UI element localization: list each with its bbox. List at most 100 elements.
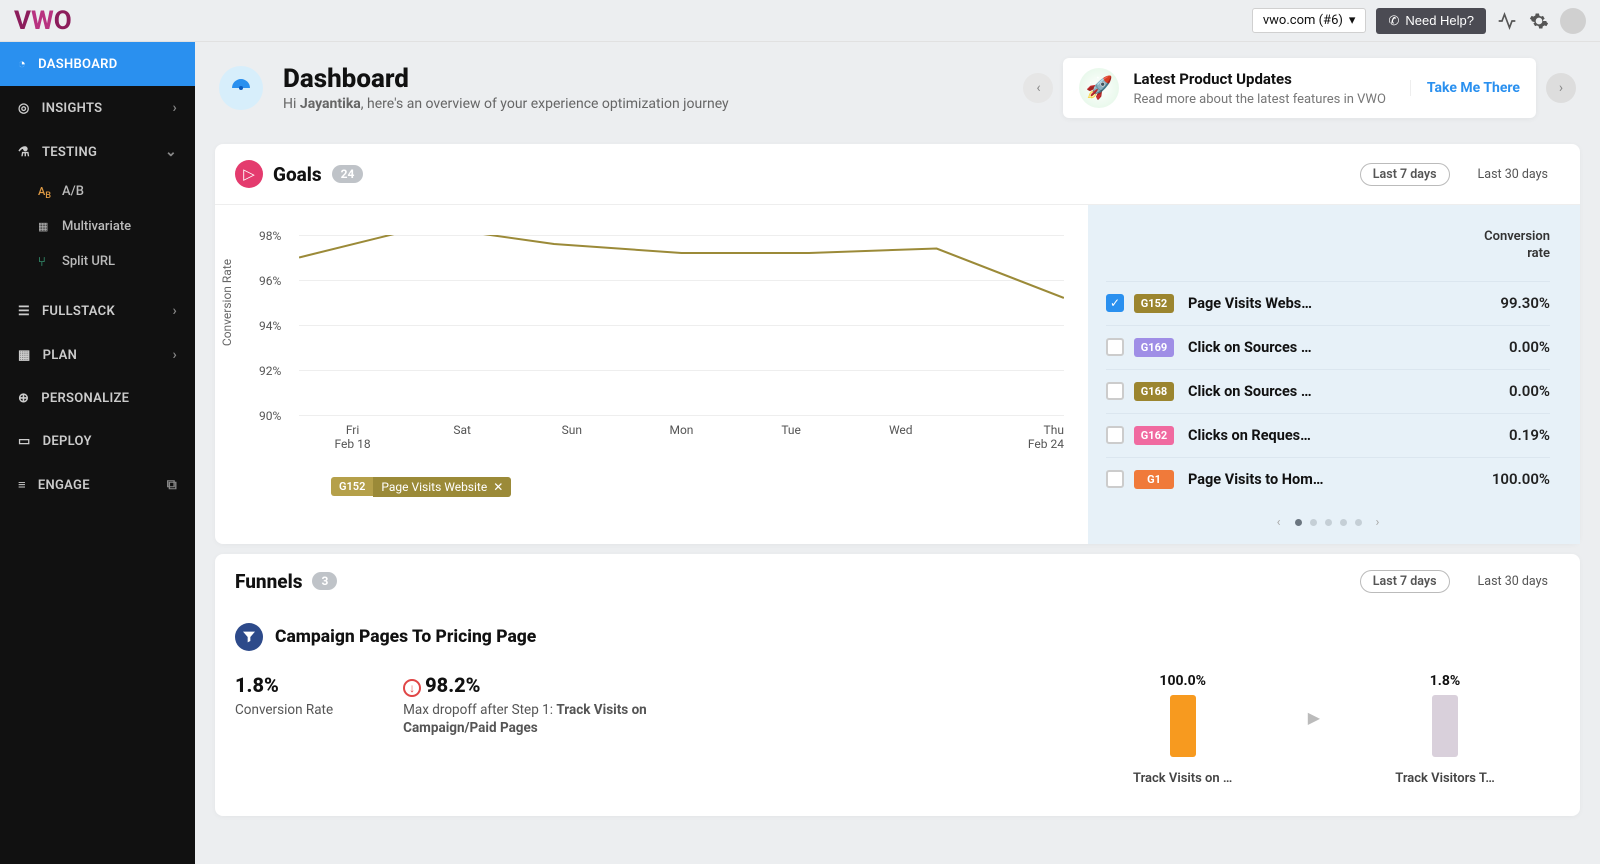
dropoff-stat: ↓98.2% Max dropoff after Step 1: Track V… xyxy=(403,673,663,737)
site-selector[interactable]: vwo.com (#6) ▾ xyxy=(1252,8,1367,33)
goal-row[interactable]: G169 Click on Sources … 0.00% xyxy=(1106,325,1550,369)
gridline: 90% xyxy=(299,415,1064,416)
goal-row[interactable]: ✓G152Page Visits Webs…99.30% xyxy=(1106,281,1550,325)
conversion-rate-stat: 1.8% Conversion Rate xyxy=(235,673,333,719)
goal-checkbox[interactable] xyxy=(1106,338,1124,356)
funnel-step-value: 1.8% xyxy=(1430,673,1460,689)
goal-checkbox[interactable] xyxy=(1106,382,1124,400)
avatar[interactable] xyxy=(1560,8,1586,34)
goal-row[interactable]: G168Click on Sources …0.00% xyxy=(1106,369,1550,413)
x-tick: ThuFeb 24 xyxy=(957,423,1064,451)
main-content: Dashboard Hi Jayantika, here's an overvi… xyxy=(195,42,1600,864)
x-tick: Tue xyxy=(738,423,845,451)
conversion-rate-value: 1.8% xyxy=(235,673,333,697)
take-me-there-link[interactable]: Take Me There xyxy=(1410,80,1520,96)
x-tick: FriFeb 18 xyxy=(299,423,406,451)
chart-y-axis-label: Conversion Rate xyxy=(220,259,234,346)
gear-icon[interactable] xyxy=(1528,10,1550,32)
goal-row[interactable]: G162 Clicks on Reques… 0.19% xyxy=(1106,413,1550,457)
goal-id-badge: G162 xyxy=(1134,426,1174,445)
update-subtitle: Read more about the latest features in V… xyxy=(1133,92,1385,107)
grid-icon: ▦ xyxy=(38,220,52,234)
sidebar-item-multivariate[interactable]: ▦ Multivariate xyxy=(0,209,195,244)
logo: VWO xyxy=(14,6,72,36)
sidebar-item-fullstack[interactable]: ☰FULLSTACK › xyxy=(0,289,195,333)
pager-dot[interactable] xyxy=(1325,519,1332,526)
sidebar-item-plan[interactable]: ▦PLAN › xyxy=(0,333,195,377)
stack-icon: ☰ xyxy=(18,304,30,319)
sidebar-item-label: Multivariate xyxy=(62,219,131,234)
chevron-right-icon: › xyxy=(172,347,177,363)
sidebar-item-deploy[interactable]: ▭DEPLOY xyxy=(0,420,195,463)
sidebar-item-engage[interactable]: ≡ENGAGE ⧉ xyxy=(0,463,195,507)
goal-rate: 100.00% xyxy=(1492,470,1550,488)
carousel-prev-button[interactable]: ‹ xyxy=(1023,73,1053,103)
page-header: Dashboard Hi Jayantika, here's an overvi… xyxy=(195,42,1600,134)
page-subtitle: Hi Jayantika, here's an overview of your… xyxy=(283,96,729,112)
goals-list-panel: Conversionrate ✓G152Page Visits Webs…99.… xyxy=(1088,205,1580,544)
phone-icon: ✆ xyxy=(1388,13,1399,29)
range-last-30-days[interactable]: Last 30 days xyxy=(1466,164,1560,185)
topbar-right: vwo.com (#6) ▾ ✆ Need Help? xyxy=(1252,8,1586,34)
goal-checkbox[interactable]: ✓ xyxy=(1106,294,1124,312)
help-label: Need Help? xyxy=(1405,13,1474,28)
goal-row[interactable]: G1 Page Visits to Hom… 100.00% xyxy=(1106,457,1550,501)
funnels-range-30[interactable]: Last 30 days xyxy=(1466,571,1560,592)
goals-card: ▷ Goals 24 Last 7 days Last 30 days Conv… xyxy=(215,144,1580,544)
goal-id-badge: G169 xyxy=(1134,338,1174,357)
funnel-step-2: 1.8% Track Visitors T… xyxy=(1380,673,1510,786)
sidebar-item-personalize[interactable]: ⊕PERSONALIZE xyxy=(0,377,195,420)
activity-icon[interactable] xyxy=(1496,10,1518,32)
chip-label: Page Visits Website xyxy=(381,480,487,494)
funnels-title: Funnels xyxy=(235,570,302,593)
funnel-step-value: 100.0% xyxy=(1159,673,1206,689)
goals-title: Goals xyxy=(273,163,322,186)
goal-checkbox[interactable] xyxy=(1106,470,1124,488)
monitor-icon: ▭ xyxy=(18,434,31,449)
funnel-bar-chart: 100.0% Track Visits on … ▶ 1.8% Track Vi… xyxy=(1118,673,1510,786)
goal-name: Click on Sources … xyxy=(1188,339,1499,356)
update-title: Latest Product Updates xyxy=(1133,70,1385,88)
sidebar-item-label: PERSONALIZE xyxy=(41,391,129,406)
sidebar-item-label: A/B xyxy=(62,184,84,199)
sidebar-item-label: INSIGHTS xyxy=(42,101,103,116)
goal-id-badge: G1 xyxy=(1134,470,1174,489)
sidebar-item-insights[interactable]: ◎INSIGHTS › xyxy=(0,86,195,130)
help-button[interactable]: ✆ Need Help? xyxy=(1376,8,1486,34)
sidebar-item-dashboard[interactable]: ◔DASHBOARD xyxy=(0,42,195,86)
pager-dot[interactable] xyxy=(1340,519,1347,526)
funnels-card: Funnels 3 Last 7 days Last 30 days Campa… xyxy=(215,554,1580,816)
site-selector-label: vwo.com (#6) xyxy=(1263,13,1343,28)
product-update-card: 🚀 Latest Product Updates Read more about… xyxy=(1063,58,1536,118)
funnels-count-badge: 3 xyxy=(312,572,337,590)
goal-name: Page Visits to Hom… xyxy=(1188,471,1482,488)
funnel-campaign-title: Campaign Pages To Pricing Page xyxy=(275,627,536,647)
sidebar-item-split[interactable]: ⑂Split URL xyxy=(0,244,195,279)
goal-name: Page Visits Webs… xyxy=(1188,295,1490,312)
sidebar-item-testing[interactable]: ⚗TESTING ⌄ xyxy=(0,130,195,174)
active-series-chip[interactable]: G152 Page Visits Website✕ xyxy=(331,477,511,497)
goal-rate: 0.19% xyxy=(1509,426,1550,444)
funnels-range-7[interactable]: Last 7 days xyxy=(1360,570,1450,593)
funnel-bar xyxy=(1170,695,1196,757)
pager-dot[interactable] xyxy=(1310,519,1317,526)
chevron-right-icon: › xyxy=(172,100,177,116)
funnel-step-label: Track Visits on … xyxy=(1133,771,1232,786)
chevron-down-icon: ⌄ xyxy=(165,144,177,160)
funnel-section-icon xyxy=(235,623,263,651)
goal-name: Click on Sources … xyxy=(1188,383,1499,400)
goal-checkbox[interactable] xyxy=(1106,426,1124,444)
carousel-next-button[interactable]: › xyxy=(1546,73,1576,103)
pager-dot[interactable] xyxy=(1355,519,1362,526)
pager-next[interactable]: › xyxy=(1370,515,1386,530)
range-last-7-days[interactable]: Last 7 days xyxy=(1360,163,1450,186)
sidebar-item-ab[interactable]: ABA/B xyxy=(0,174,195,209)
pager-prev[interactable]: ‹ xyxy=(1271,515,1287,530)
chevron-right-icon: › xyxy=(172,303,177,319)
funnel-step-label: Track Visitors T… xyxy=(1395,771,1494,786)
goal-rate: 0.00% xyxy=(1509,338,1550,356)
goal-name: Clicks on Reques… xyxy=(1188,427,1499,444)
pager-dot[interactable] xyxy=(1295,519,1302,526)
conversion-rate-header: Conversionrate xyxy=(1106,229,1550,263)
chip-remove-icon[interactable]: ✕ xyxy=(493,480,503,494)
